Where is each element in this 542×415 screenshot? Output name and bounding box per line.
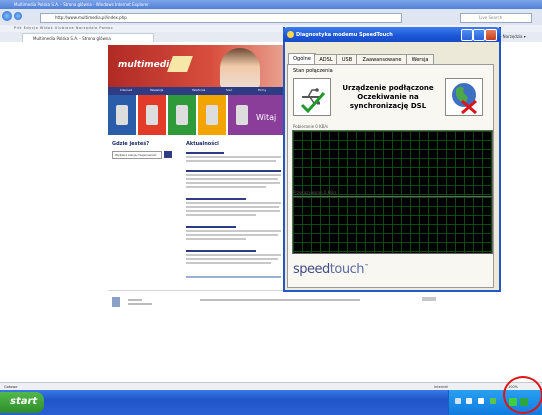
site-nav-item[interactable]: Internet <box>120 88 132 92</box>
footer-text <box>128 303 152 305</box>
status-line: Urządzenie podłączone <box>342 84 434 92</box>
news-title: Aktualności <box>186 141 219 147</box>
browser-title-bar: Multimedia Polska S.A. - Strona glówna -… <box>0 0 542 9</box>
address-value: http://www.multimedia.pl/index.php <box>55 15 127 20</box>
location-select[interactable]: Wybierz swoją miejscowość <box>112 151 162 159</box>
speedtouch-logo: speedtouch™ <box>293 262 369 277</box>
maximize-button[interactable] <box>473 29 485 41</box>
news-text-line <box>186 262 271 264</box>
tray-volume-icon[interactable] <box>466 398 472 404</box>
connection-status-label: Stan połączenia <box>293 68 333 74</box>
status-line: Oczekiwanie na <box>357 93 419 101</box>
search-input[interactable]: Live Search <box>460 13 532 23</box>
location-go-button[interactable] <box>164 151 172 158</box>
browser-tab-title: Multimedia Polska S.A. - Strona glówna <box>33 36 111 41</box>
news-text-line <box>186 234 278 236</box>
site-nav-item[interactable]: Firmy <box>258 88 266 92</box>
search-placeholder: Live Search <box>479 15 503 20</box>
minimize-button[interactable] <box>461 29 473 41</box>
sidebar-title: Gdzie jesteś? <box>112 141 150 147</box>
start-label: start <box>10 396 38 407</box>
close-button[interactable] <box>485 29 497 41</box>
service-tile[interactable] <box>198 95 226 135</box>
news-text-line <box>186 202 281 204</box>
footer-search[interactable] <box>422 297 436 301</box>
news-text-line <box>186 178 278 180</box>
news-text-line <box>186 254 281 256</box>
news-headline[interactable] <box>186 170 281 172</box>
news-text-line <box>186 238 246 240</box>
news-text-line <box>186 210 280 212</box>
dialog-app-icon <box>287 31 294 38</box>
tray-app-icon[interactable] <box>490 398 496 404</box>
connection-status-message: Urządzenie podłączone Oczekiwanie na syn… <box>334 84 442 111</box>
service-tile[interactable] <box>168 95 196 135</box>
menu-items[interactable]: Plik Edycja Widok Ulubione Narzędzia Pom… <box>14 26 113 30</box>
news-text-line <box>186 214 256 216</box>
welcome-text: Witaj <box>256 113 277 122</box>
internet-disconnected-icon <box>445 78 483 116</box>
address-input[interactable]: http://www.multimedia.pl/index.php <box>40 13 402 23</box>
footer-logo <box>112 297 120 307</box>
consultant-photo <box>220 48 260 88</box>
service-tile[interactable] <box>108 95 136 135</box>
service-tile[interactable] <box>138 95 166 135</box>
usb-connected-icon <box>293 78 331 116</box>
status-line: synchronizację DSL <box>349 102 427 110</box>
tray-network-icon[interactable] <box>455 398 461 404</box>
news-headline[interactable] <box>186 152 224 154</box>
news-text-line <box>186 186 266 188</box>
location-select-value: Wybierz swoją miejscowość <box>115 153 157 157</box>
site-nav-item[interactable]: Telewizja <box>150 88 163 92</box>
highlight-circle <box>503 376 542 414</box>
news-text-line <box>186 182 280 184</box>
status-text: Gotowe <box>4 385 18 389</box>
news-text-line <box>186 160 276 162</box>
news-links-row[interactable] <box>186 276 281 278</box>
download-label: Pobieranie 0 KB/s <box>293 124 328 129</box>
footer-links[interactable] <box>200 299 360 301</box>
forward-button[interactable] <box>14 12 22 20</box>
news-text-line <box>186 258 278 260</box>
tray-security-icon[interactable] <box>478 398 484 404</box>
news-headline[interactable] <box>186 198 246 200</box>
site-nav-item[interactable]: Telefonia <box>192 88 205 92</box>
back-button[interactable] <box>2 11 12 21</box>
dialog-title: Diagnostyka modemu SpeedTouch <box>296 32 393 38</box>
start-button[interactable]: start <box>0 392 44 413</box>
news-text-line <box>186 174 281 176</box>
status-zone: Internet <box>434 385 448 389</box>
browser-window-title: Multimedia Polska S.A. - Strona glówna -… <box>14 2 149 7</box>
footer-text <box>128 299 142 301</box>
site-nav-item[interactable]: Sieć <box>226 88 232 92</box>
news-headline[interactable] <box>186 226 236 228</box>
news-text-line <box>186 230 281 232</box>
news-text-line <box>186 206 279 208</box>
upload-graph <box>292 196 493 254</box>
news-headline[interactable] <box>186 250 256 252</box>
news-text-line <box>186 156 281 158</box>
upload-label: Przekazywanie 0 KB/s <box>293 190 337 195</box>
site-logo[interactable]: multimedia <box>118 60 175 70</box>
